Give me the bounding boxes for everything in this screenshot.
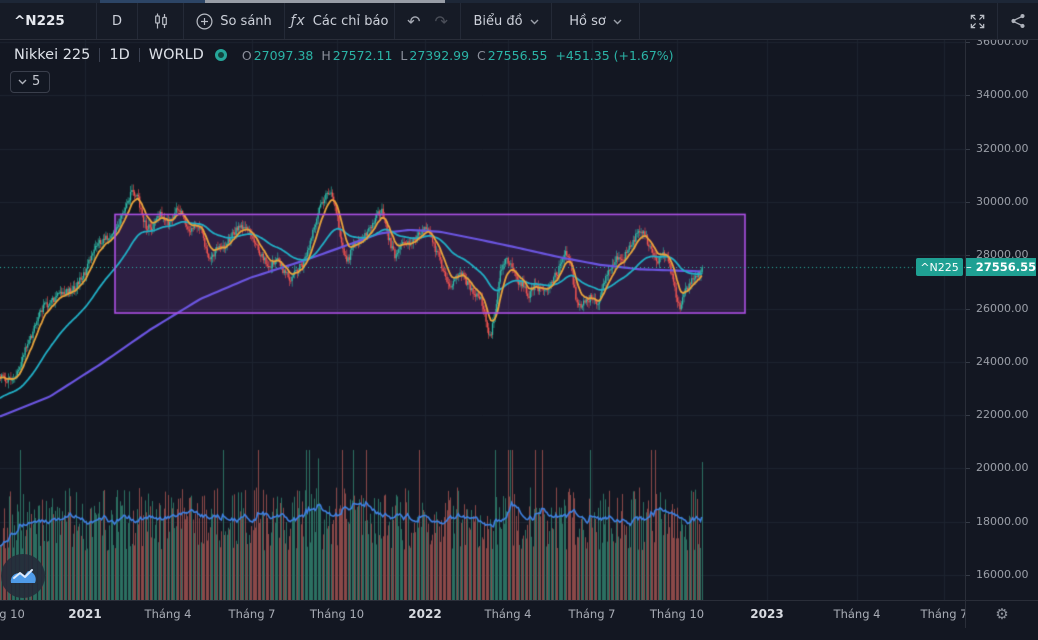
x-axis-label: Tháng 7 <box>569 607 616 621</box>
ohlc-toggle-chip[interactable]: 5 <box>10 71 50 93</box>
price-axis[interactable]: 36000.0034000.0032000.0030000.0028000.00… <box>965 40 1038 600</box>
ohlc-values: O27097.38 H27572.11 L27392.99 C27556.55 … <box>242 48 674 63</box>
toolbar: ^N225 D So sánh ƒx Các chỉ báo ↶ ↷ Biểu … <box>0 3 1038 40</box>
chevron-down-icon <box>613 19 622 25</box>
x-axis-label: Tháng 10 <box>310 607 364 621</box>
price-tag-symbol: ^N225 <box>916 258 963 276</box>
high-value: 27572.11 <box>333 48 393 63</box>
x-axis-label: 2023 <box>750 607 783 621</box>
legend-divider <box>139 48 140 62</box>
indicators-label: Các chỉ báo <box>313 14 389 29</box>
share-icon <box>1009 12 1027 30</box>
y-axis-label: 20000.00 <box>966 461 1038 474</box>
chart-style-button[interactable] <box>138 3 183 39</box>
low-label: L <box>400 48 407 63</box>
series-status-dot <box>215 49 227 61</box>
x-axis-label: Tháng 7 <box>229 607 276 621</box>
x-axis-label: g 10 <box>0 607 25 621</box>
axis-settings-corner: ⚙ <box>965 600 1038 628</box>
chevron-down-icon <box>530 19 539 25</box>
high-label: H <box>321 48 330 63</box>
interval-button[interactable]: D <box>97 3 137 39</box>
y-axis-label: 26000.00 <box>966 302 1038 315</box>
x-axis-label: 2022 <box>408 607 441 621</box>
x-axis-label: Tháng 4 <box>485 607 532 621</box>
profile-menu-button[interactable]: Hồ sơ <box>552 3 639 39</box>
candlestick-icon <box>152 12 170 30</box>
toolbar-spacer <box>640 3 957 39</box>
open-value: 27097.38 <box>254 48 314 63</box>
redo-icon[interactable]: ↷ <box>435 12 448 31</box>
y-axis-label: 32000.00 <box>966 142 1038 155</box>
plus-circle-icon <box>196 13 213 30</box>
open-label: O <box>242 48 252 63</box>
y-axis-label: 16000.00 <box>966 568 1038 581</box>
x-axis-label: Tháng 10 <box>650 607 704 621</box>
y-axis-label: 36000.00 <box>966 40 1038 48</box>
close-value: 27556.55 <box>488 48 548 63</box>
y-axis-label: 18000.00 <box>966 515 1038 528</box>
profile-menu-label: Hồ sơ <box>569 14 606 29</box>
fullscreen-icon <box>968 12 987 31</box>
legend-series-row[interactable]: Nikkei 225 1D WORLD O27097.38 H27572.11 … <box>14 47 674 63</box>
fullscreen-button[interactable] <box>957 3 997 39</box>
gear-icon[interactable]: ⚙ <box>995 607 1008 622</box>
x-axis-label: 2021 <box>68 607 101 621</box>
fx-icon: ƒx <box>291 13 306 29</box>
price-tag-value: – 27556.55 <box>966 258 1036 276</box>
interval-label: D <box>112 14 122 29</box>
price-chart-canvas[interactable] <box>0 40 965 600</box>
x-axis-label: Tháng 4 <box>145 607 192 621</box>
symbol-text: ^N225 <box>14 13 65 29</box>
price-tag-dash: – <box>966 260 972 274</box>
low-value: 27392.99 <box>409 48 469 63</box>
share-button[interactable] <box>998 3 1038 39</box>
chip-value: 5 <box>32 74 40 89</box>
symbol-search-button[interactable]: ^N225 <box>0 3 96 39</box>
x-axis-label: Tháng 7 <box>921 607 965 621</box>
compare-button[interactable]: So sánh <box>184 3 284 39</box>
chart-menu-label: Biểu đồ <box>473 14 522 29</box>
y-axis-label: 30000.00 <box>966 195 1038 208</box>
close-label: C <box>477 48 486 63</box>
y-axis-label: 34000.00 <box>966 88 1038 101</box>
change-value: +451.35 (+1.67%) <box>555 48 673 63</box>
series-title[interactable]: Nikkei 225 <box>14 47 90 63</box>
legend-divider <box>99 48 100 62</box>
y-axis-label: 22000.00 <box>966 408 1038 421</box>
series-exchange[interactable]: WORLD <box>149 47 204 63</box>
history-group: ↶ ↷ <box>395 3 460 39</box>
platform-logo[interactable] <box>0 553 46 599</box>
indicators-button[interactable]: ƒx Các chỉ báo <box>285 3 394 39</box>
y-axis-label: 24000.00 <box>966 355 1038 368</box>
chevron-down-icon <box>18 79 27 85</box>
compare-label: So sánh <box>220 14 272 29</box>
x-axis-label: Tháng 4 <box>834 607 881 621</box>
series-interval[interactable]: 1D <box>109 47 129 63</box>
chart-menu-button[interactable]: Biểu đồ <box>461 3 551 39</box>
undo-icon[interactable]: ↶ <box>407 12 420 31</box>
time-axis[interactable]: g 10 2021 Tháng 4 Tháng 7 Tháng 10 2022 Tháng … <box>0 600 965 629</box>
